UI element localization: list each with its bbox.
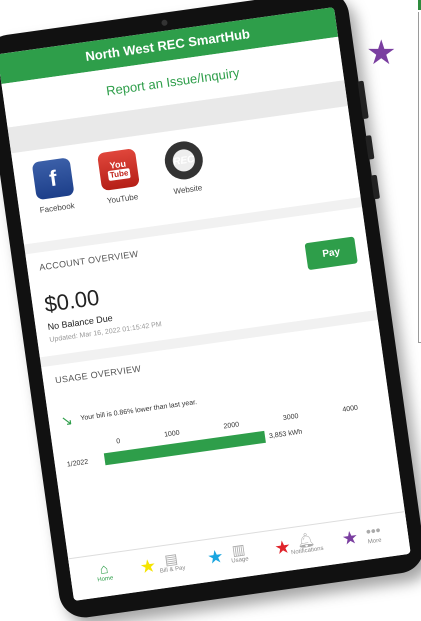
facebook-glyph: f — [47, 165, 59, 192]
power-button — [370, 174, 381, 200]
axis-tick: 1000 — [163, 429, 181, 439]
tab-more[interactable]: ★ ••• More — [338, 512, 411, 563]
website-link[interactable]: REC Website — [153, 138, 216, 198]
tab-label: Home — [97, 575, 114, 584]
tablet-device: North West REC SmartHub Report an Issue/… — [0, 0, 421, 621]
bar-value: 3,853 kWh — [268, 428, 303, 440]
yellow-star-icon: ★ — [138, 555, 158, 579]
side-button — [365, 135, 375, 160]
tab-label: More — [367, 537, 382, 546]
volume-button — [357, 80, 369, 120]
rec-logo-glyph: REC — [172, 153, 196, 168]
tab-usage[interactable]: ★ ▥ Usage — [203, 531, 276, 582]
trend-text: Your bill is 0.86% lower than last year. — [80, 398, 198, 423]
red-star-icon: ★ — [273, 536, 293, 560]
tab-notifications[interactable]: ★ 🔔︎ Notifications — [270, 522, 343, 573]
youtube-icon: You Tube — [97, 148, 140, 192]
app-screen: North West REC SmartHub Report an Issue/… — [0, 7, 411, 601]
tab-home[interactable]: ⌂ Home — [68, 550, 141, 601]
rec-logo-icon: REC — [162, 138, 206, 182]
facebook-icon: f — [31, 157, 75, 201]
camera-icon — [161, 19, 168, 27]
youtube-link[interactable]: You Tube YouTube — [88, 147, 151, 207]
facebook-label: Facebook — [39, 201, 76, 215]
tab-bill-pay[interactable]: ★ ▤ Bill & Pay — [136, 540, 209, 591]
purple-star-icon: ★ — [340, 526, 360, 550]
pay-button[interactable]: Pay — [304, 236, 358, 271]
axis-tick: 2000 — [223, 421, 240, 431]
bar-label: 1/2022 — [66, 458, 89, 469]
blue-star-icon: ★ — [205, 545, 225, 569]
axis-tick: 3000 — [282, 412, 300, 423]
facebook-link[interactable]: f Facebook — [23, 156, 86, 216]
youtube-glyph-bottom: Tube — [107, 168, 131, 182]
youtube-label: YouTube — [106, 192, 139, 206]
trend-down-icon: ↘ — [59, 411, 74, 429]
tab-label: Usage — [231, 556, 250, 565]
axis-tick: 0 — [115, 438, 121, 446]
balance-amount: $0.00 — [42, 284, 101, 318]
purple-star-icon: ★ — [366, 33, 397, 73]
axis-tick: 4000 — [342, 404, 359, 414]
website-label: Website — [173, 183, 203, 197]
